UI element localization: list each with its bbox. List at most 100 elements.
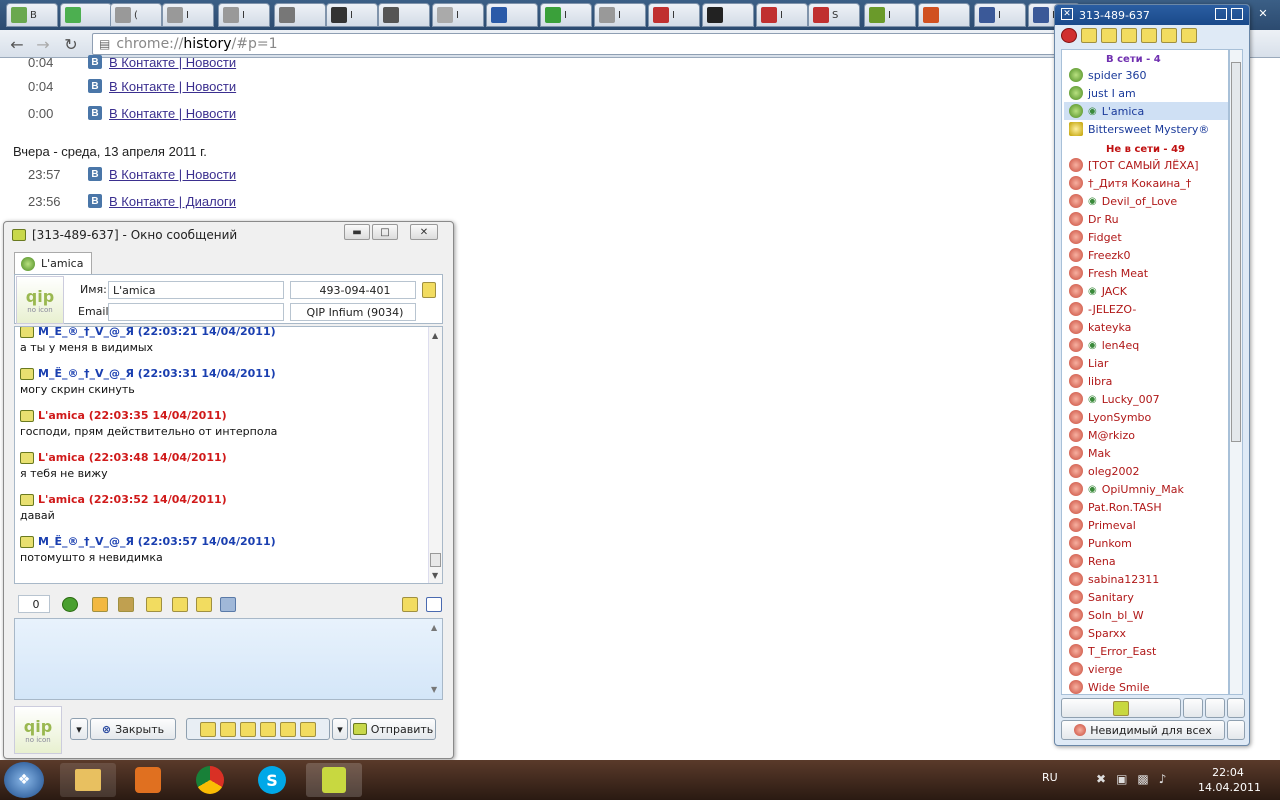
status-selector[interactable]: Невидимый для всех — [1061, 720, 1225, 740]
contact-item[interactable]: M@rkizo — [1064, 426, 1228, 444]
add-contact-button[interactable] — [1205, 698, 1225, 718]
contact-item[interactable]: Primeval — [1064, 516, 1228, 534]
address-bar[interactable]: ▤ chrome://history/#p=1 — [92, 33, 1056, 55]
contact-item[interactable]: Punkom — [1064, 534, 1228, 552]
entry-link[interactable]: В Контакте | Новости — [109, 106, 236, 121]
contact-item[interactable]: oleg2002 — [1064, 462, 1228, 480]
clock[interactable]: 22:04 14.04.2011 — [1198, 765, 1261, 795]
groups-icon[interactable] — [1081, 28, 1097, 43]
browser-tab[interactable]: I — [864, 3, 916, 27]
entry-link[interactable]: В Контакте | Новости — [109, 55, 236, 70]
tab-lamica[interactable]: L'amica — [14, 252, 92, 274]
contact-item[interactable]: Rena — [1064, 552, 1228, 570]
entry-link[interactable]: В Контакте | Новости — [109, 167, 236, 182]
send-menu-dropdown[interactable]: ▾ — [332, 718, 348, 740]
forward-icon[interactable]: → — [32, 34, 54, 54]
sound-icon[interactable] — [1101, 28, 1117, 43]
font-icon[interactable] — [92, 597, 108, 612]
history-icon[interactable] — [1141, 28, 1157, 43]
browser-tab[interactable]: I — [974, 3, 1026, 27]
tray-device-icon[interactable]: ▣ — [1116, 772, 1127, 786]
tray-qip-icon[interactable]: ✖ — [1096, 772, 1106, 786]
browser-tab[interactable] — [378, 3, 430, 27]
minimize-icon[interactable] — [1231, 8, 1243, 20]
browser-tab[interactable]: I — [594, 3, 646, 27]
reload-icon[interactable]: ↻ — [60, 34, 82, 54]
chat-history[interactable]: M_Ё_®_†_V_@_Я (22:03:21 14/04/2011) а ты … — [14, 326, 443, 584]
contacts-scrollbar[interactable] — [1229, 49, 1243, 695]
contact-item[interactable]: spider 360 — [1064, 66, 1228, 84]
clear-icon[interactable] — [426, 597, 442, 612]
browser-tab[interactable]: I — [326, 3, 378, 27]
entry-link[interactable]: В Контакте | Новости — [109, 79, 236, 94]
contact-item[interactable]: ◉ len4eq — [1064, 336, 1228, 354]
contact-item[interactable]: Wide Smile — [1064, 678, 1228, 696]
contact-item[interactable]: Sparxx — [1064, 624, 1228, 642]
contact-item[interactable]: Bittersweet Mystery® — [1064, 120, 1228, 138]
contact-item[interactable]: -JELEZO- — [1064, 300, 1228, 318]
contact-item[interactable]: Dr Ru — [1064, 210, 1228, 228]
volume-icon[interactable]: ♪ — [1159, 772, 1167, 786]
send-button[interactable]: Отправить — [350, 718, 436, 740]
scroll-thumb[interactable] — [1231, 62, 1241, 442]
contact-item[interactable]: [ТОТ САМЫЙ ЛЁХА] — [1064, 156, 1228, 174]
group-header[interactable]: Не в сети - 49 — [1106, 144, 1185, 155]
action4-icon[interactable] — [260, 721, 276, 737]
contact-item[interactable]: Mak — [1064, 444, 1228, 462]
network-icon[interactable]: ▩ — [1137, 772, 1148, 786]
contact-item[interactable]: just I am — [1064, 84, 1228, 102]
back-icon[interactable]: ← — [6, 34, 28, 54]
close-menu-dropdown[interactable]: ▾ — [70, 718, 88, 740]
contact-item[interactable]: Sanitary — [1064, 588, 1228, 606]
minimize-button[interactable]: ▬ — [344, 224, 370, 240]
group-header[interactable]: В сети - 4 — [1106, 54, 1161, 65]
media-player-taskbar-icon[interactable] — [120, 763, 176, 797]
main-menu-button[interactable] — [1061, 698, 1181, 718]
message-input[interactable]: ▲ ▼ — [14, 618, 443, 700]
explorer-taskbar-icon[interactable] — [60, 763, 116, 797]
action2-icon[interactable] — [220, 721, 236, 737]
maximize-button[interactable]: □ — [372, 224, 398, 240]
chrome-taskbar-icon[interactable] — [182, 763, 238, 797]
browser-tab[interactable]: ( — [110, 3, 162, 27]
action1-icon[interactable] — [200, 721, 216, 737]
image-icon[interactable] — [220, 597, 236, 612]
contact-item[interactable]: ◉ Lucky_007 — [1064, 390, 1228, 408]
email-field[interactable] — [108, 303, 284, 321]
save-icon[interactable] — [146, 597, 162, 612]
contact-item[interactable]: libra — [1064, 372, 1228, 390]
contact-item[interactable]: Soln_bl_W — [1064, 606, 1228, 624]
contact-item[interactable]: Fidget — [1064, 228, 1228, 246]
browser-tab[interactable] — [918, 3, 970, 27]
browser-tab[interactable]: I — [756, 3, 808, 27]
contact-item[interactable]: LyonSymbo — [1064, 408, 1228, 426]
browser-tab[interactable] — [486, 3, 538, 27]
close-chat-button[interactable]: ⊗ Закрыть — [90, 718, 176, 740]
action3-icon[interactable] — [240, 721, 256, 737]
uin-field[interactable]: 493-094-401 — [290, 281, 416, 299]
scroll-thumb[interactable] — [430, 553, 441, 567]
privacy-button[interactable] — [1227, 720, 1245, 740]
contact-item[interactable]: †_Дитя Кокаина_† — [1064, 174, 1228, 192]
close-icon[interactable]: ✕ — [1061, 8, 1073, 20]
smiley-icon[interactable] — [62, 597, 78, 612]
browser-tab[interactable]: I — [162, 3, 214, 27]
action5-icon[interactable] — [280, 721, 296, 737]
contact-item[interactable]: vierge — [1064, 660, 1228, 678]
contact-item[interactable]: Fresh Meat — [1064, 264, 1228, 282]
skype-taskbar-icon[interactable]: S — [244, 763, 300, 797]
browser-tab[interactable]: I — [432, 3, 484, 27]
color-icon[interactable] — [118, 597, 134, 612]
browser-tab[interactable] — [60, 3, 112, 27]
contact-item[interactable]: ◉ OpiUmniy_Mak — [1064, 480, 1228, 498]
action6-icon[interactable] — [300, 721, 316, 737]
search-contact-button[interactable] — [1183, 698, 1203, 718]
name-field[interactable]: L'amica — [108, 281, 284, 299]
browser-tab[interactable]: I — [218, 3, 270, 27]
smile-icon[interactable] — [1121, 28, 1137, 43]
chat-scrollbar[interactable]: ▲ ▼ — [428, 327, 442, 583]
qip-taskbar-icon[interactable] — [306, 763, 362, 797]
user-info-icon[interactable] — [422, 282, 436, 298]
close-window-button[interactable]: ✕ — [410, 224, 438, 240]
options-button[interactable] — [1227, 698, 1245, 718]
